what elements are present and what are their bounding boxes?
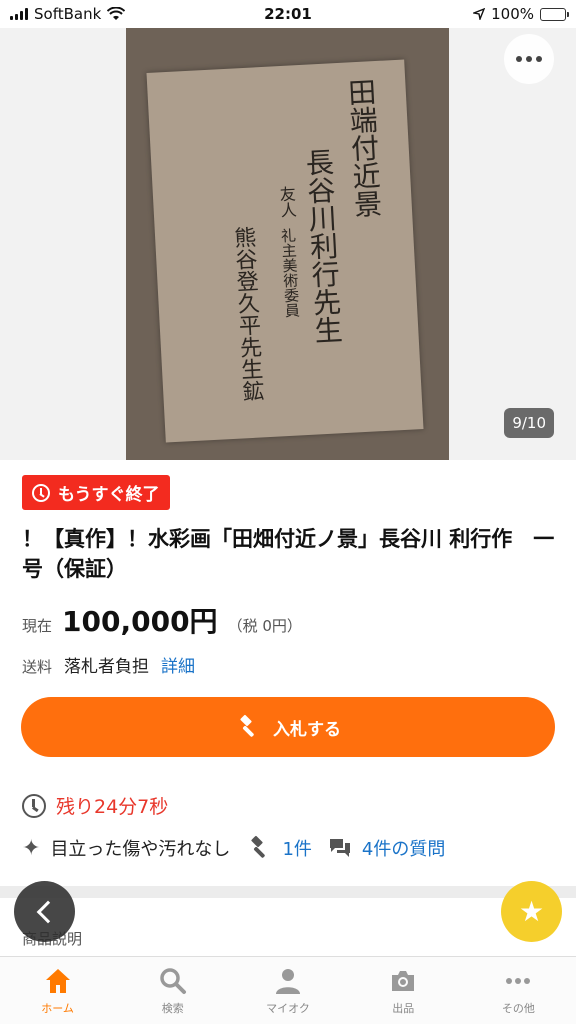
wifi-icon <box>107 7 126 20</box>
gavel-icon <box>240 714 254 737</box>
clock-icon <box>32 483 50 502</box>
shipping-details-link[interactable]: 詳細 <box>161 652 195 677</box>
product-image-area[interactable]: 田端付近景 長谷川利行先生 友人 礼主美術委員 熊谷登久平先生鉱 9/10 <box>0 28 576 460</box>
paper-line-5: 熊谷登久平先生鉱 <box>229 225 264 403</box>
questions-count[interactable]: 4件の質問 <box>362 835 445 861</box>
tax-amount: （税 0円） <box>227 617 302 635</box>
signal-icon <box>10 8 28 20</box>
status-right: 100% <box>473 5 569 23</box>
time-remaining: 残り24分7秒 <box>56 796 169 818</box>
questions-item[interactable]: 4件の質問 <box>328 835 445 861</box>
listing-title: ！【真作】！水彩画「田畑付近ノ景」長谷川 利行作 一号（保証） <box>22 527 555 581</box>
chevron-left-icon <box>36 900 60 923</box>
gavel-icon <box>251 835 266 858</box>
bottom-tab-bar: ホーム 検索 マイオク 出品 その他 <box>0 956 576 1024</box>
tab-search[interactable]: 検索 <box>115 957 230 1024</box>
sparkle-icon: ✦ <box>22 835 41 861</box>
person-icon <box>276 968 300 994</box>
star-icon: ★ <box>518 895 545 928</box>
paper-line-1: 田端付近景 <box>343 76 384 219</box>
section-divider <box>0 886 576 898</box>
condition-item: ✦ 目立った傷や汚れなし <box>22 835 230 861</box>
tab-sell[interactable]: 出品 <box>346 957 461 1024</box>
price-label: 現在 <box>22 617 53 635</box>
tab-search-label: 検索 <box>161 1001 184 1015</box>
clock-icon <box>22 793 46 818</box>
shipping-value: 落札者負担 <box>64 657 150 677</box>
search-icon <box>160 967 186 994</box>
bid-count[interactable]: 1件 <box>282 835 311 861</box>
time-remaining-row: 残り24分7秒 <box>22 792 168 819</box>
bid-count-item[interactable]: 1件 <box>246 835 312 861</box>
tab-home[interactable]: ホーム <box>0 957 115 1024</box>
product-photo[interactable]: 田端付近景 長谷川利行先生 友人 礼主美術委員 熊谷登久平先生鉱 <box>126 28 449 460</box>
tab-more-label: その他 <box>501 1001 535 1015</box>
status-left: SoftBank <box>10 5 126 23</box>
ending-soon-label: もうすぐ終了 <box>58 485 160 505</box>
bid-button-label: 入札する <box>273 719 341 740</box>
battery-percent: 100% <box>491 5 534 23</box>
shipping-label: 送料 <box>22 658 53 676</box>
home-icon <box>45 968 70 993</box>
paper-label: 田端付近景 長谷川利行先生 友人 礼主美術委員 熊谷登久平先生鉱 <box>146 59 424 443</box>
paper-line-3: 友人 <box>276 185 298 219</box>
back-button[interactable] <box>14 881 75 942</box>
condition-text: 目立った傷や汚れなし <box>50 839 231 860</box>
location-arrow-icon <box>473 8 486 20</box>
price-row: 現在 100,000円 （税 0円） <box>22 600 302 640</box>
status-bar: SoftBank 22:01 100% <box>0 0 576 28</box>
paper-line-2: 長谷川利行先生 <box>301 147 345 345</box>
ending-soon-badge: もうすぐ終了 <box>22 475 170 510</box>
battery-icon <box>540 7 569 21</box>
chat-bubbles-icon <box>329 839 350 857</box>
carrier-name: SoftBank <box>34 5 102 23</box>
paper-line-4: 礼主美術委員 <box>278 227 302 319</box>
tab-sell-label: 出品 <box>392 1001 415 1015</box>
more-options-button[interactable] <box>504 34 554 84</box>
favorite-button[interactable]: ★ <box>501 881 562 942</box>
image-counter: 9/10 <box>504 408 554 438</box>
current-price: 100,000円 <box>62 605 218 638</box>
shipping-row: 送料 落札者負担 詳細 <box>22 652 195 677</box>
tab-mypage[interactable]: マイオク <box>230 957 345 1024</box>
tab-mypage-label: マイオク <box>266 1001 310 1015</box>
camera-icon <box>392 970 415 991</box>
tab-home-label: ホーム <box>41 1001 74 1015</box>
info-row: ✦ 目立った傷や汚れなし 1件 4件の質問 <box>22 835 461 861</box>
tab-more[interactable]: その他 <box>461 957 576 1024</box>
more-icon <box>506 977 531 984</box>
bid-button[interactable]: 入札する <box>21 697 555 757</box>
